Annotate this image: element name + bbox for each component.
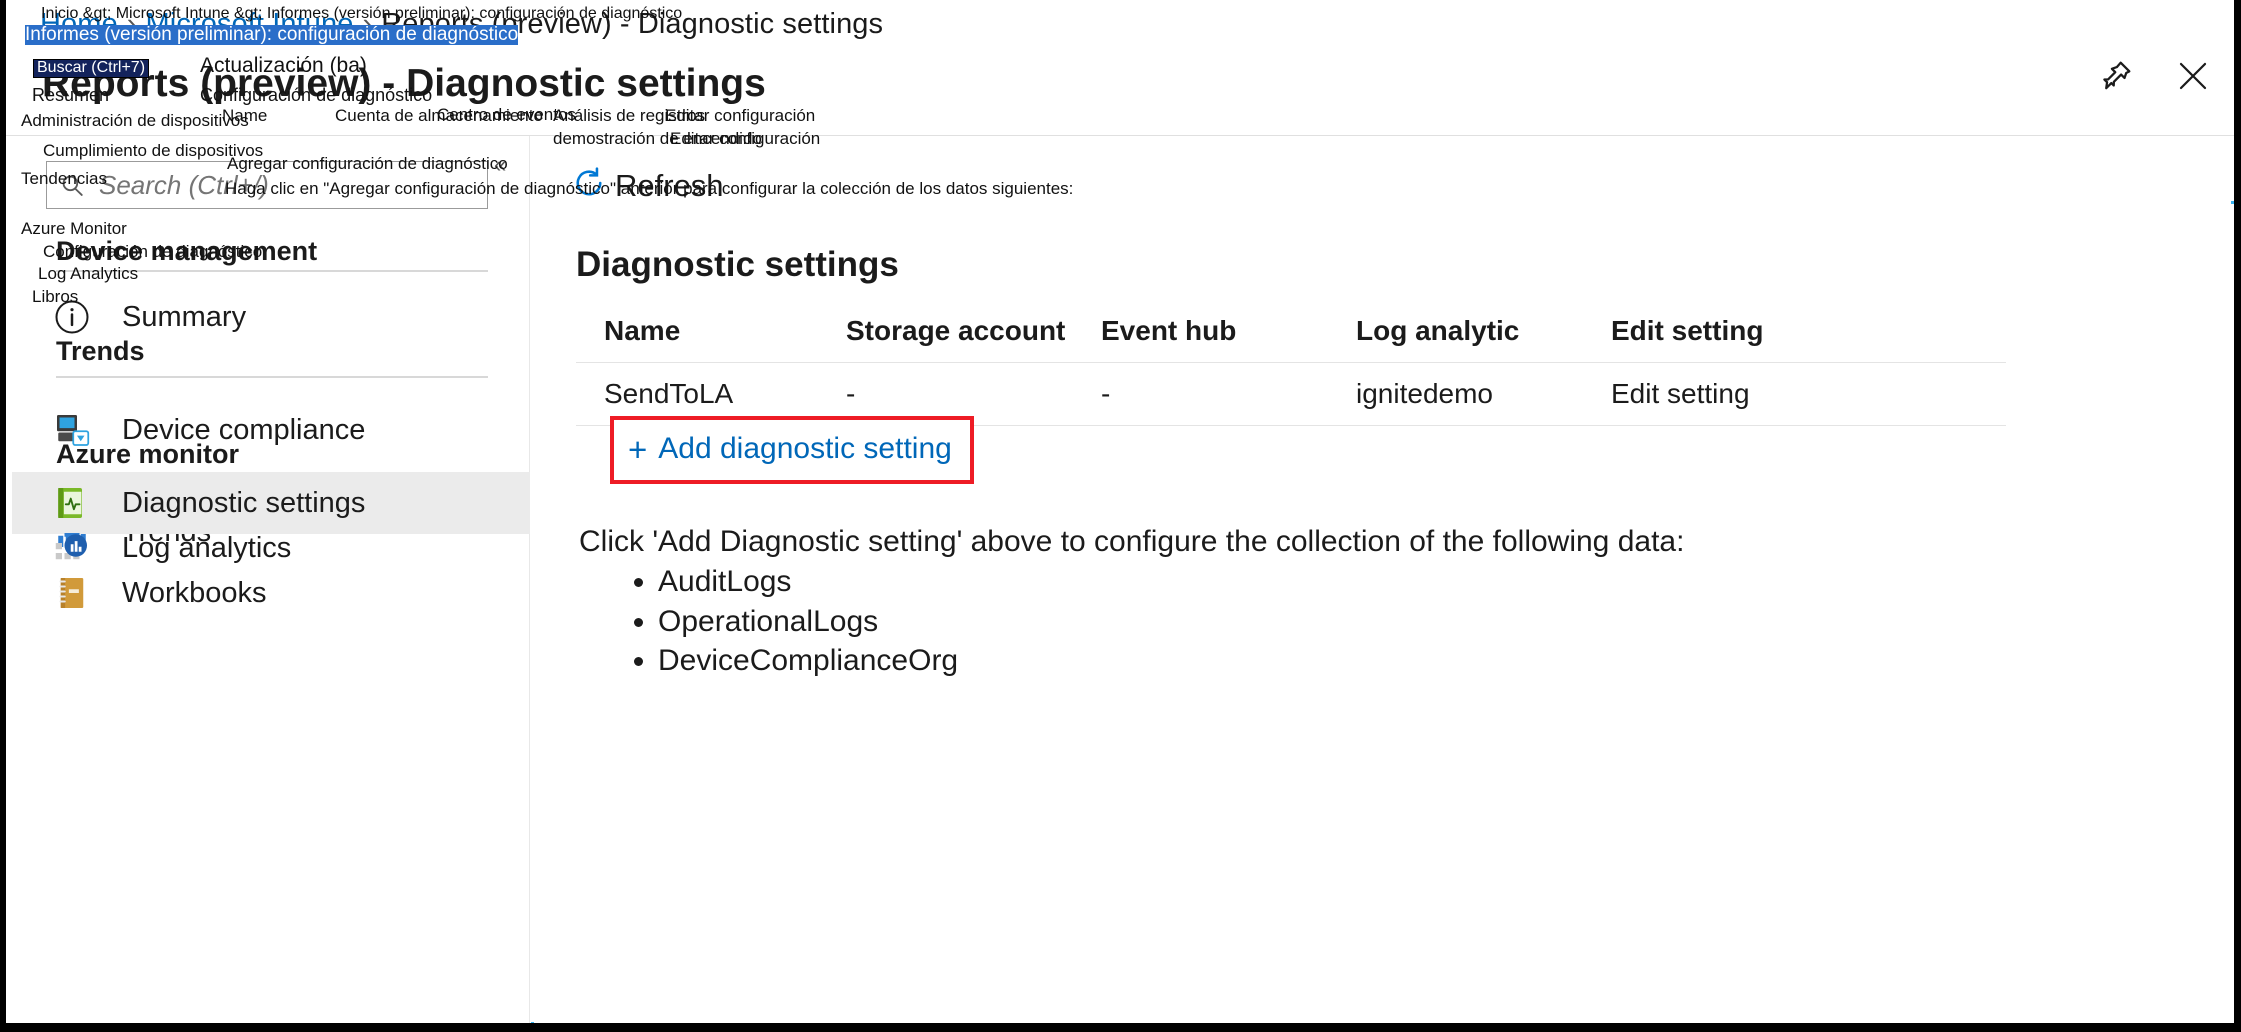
- cell-log-analytic: ignitedemo: [1356, 378, 1611, 410]
- window-actions: [2099, 58, 2211, 94]
- cell-storage-account: -: [846, 378, 1101, 410]
- sidebar-item-label-summary: Summary: [122, 301, 246, 334]
- annotation-log-analytics: Log Analytics: [38, 265, 138, 283]
- pin-icon[interactable]: [2099, 59, 2133, 93]
- annotation-breadcrumb-top: Inicio &gt; Microsoft Intune &gt; Inform…: [41, 6, 682, 23]
- annotation-add-button: Agregar configuración de diagnóstico: [227, 155, 508, 173]
- close-icon[interactable]: [2175, 58, 2211, 94]
- annotation-refresh-tooltip: Actualización (ba): [200, 55, 367, 77]
- annotation-summary: Resumen: [32, 86, 109, 105]
- list-item: OperationalLogs: [658, 602, 958, 642]
- annotation-trends: Tendencias: [21, 170, 107, 188]
- sidebar-item-label-log-analytics: Log analytics: [122, 532, 291, 565]
- annotation-row-edit-setting: Editar configuración: [670, 130, 820, 148]
- app-window: Home›Microsoft Intune›Reports (preview) …: [0, 0, 2241, 1032]
- cell-edit-setting-link[interactable]: Edit setting: [1611, 378, 1871, 410]
- section-title: Diagnostic settings: [576, 245, 899, 285]
- sidebar-item-label-diagnostic-settings: Diagnostic settings: [122, 487, 365, 520]
- cell-event-hub: -: [1101, 378, 1356, 410]
- annotation-search-tooltip: Buscar (Ctrl+7): [33, 59, 149, 78]
- window-frame-left: [0, 0, 6, 1032]
- workbooks-icon: [52, 573, 92, 613]
- annotation-azure-monitor: Azure Monitor: [21, 220, 127, 238]
- table-header-row: Name Storage account Event hub Log analy…: [576, 300, 2006, 362]
- plus-icon: +: [628, 433, 647, 466]
- data-types-list: AuditLogs OperationalLogs DeviceComplian…: [620, 562, 958, 681]
- window-frame-bottom: [0, 1023, 2241, 1032]
- window-frame-right: [2234, 0, 2241, 1032]
- diagnostic-settings-table: Name Storage account Event hub Log analy…: [576, 300, 2006, 426]
- annotation-section-title: Configuración de diagnóstico: [200, 86, 432, 105]
- annotation-hint: Haga clic en "Agregar configuración de d…: [225, 180, 1073, 198]
- add-diagnostic-setting-button[interactable]: + Add diagnostic setting: [610, 416, 974, 484]
- column-header-storage: Storage account: [846, 315, 1101, 347]
- sidebar-section-azure-monitor: Azure monitor: [56, 439, 239, 470]
- configure-hint: Click 'Add Diagnostic setting' above to …: [579, 525, 1684, 559]
- annotation-breadcrumb-current: Informes (versión preliminar): configura…: [25, 25, 518, 45]
- add-diagnostic-setting-label: Add diagnostic setting: [658, 432, 952, 466]
- column-header-event-hub: Event hub: [1101, 315, 1356, 347]
- column-header-log-analytic: Log analytic: [1356, 315, 1611, 347]
- cell-name: SendToLA: [576, 378, 846, 410]
- list-item: DeviceComplianceOrg: [658, 641, 958, 681]
- annotation-col-edit-setting: Editar configuración: [665, 107, 815, 125]
- annotation-col-name: Name: [222, 107, 267, 125]
- sidebar-item-label-workbooks: Workbooks: [122, 577, 267, 610]
- column-header-edit-setting: Edit setting: [1611, 315, 1871, 347]
- annotation-workbooks: Libros: [32, 288, 78, 306]
- column-header-name: Name: [576, 315, 846, 347]
- annotation-device-management: Administración de dispositivos: [21, 112, 249, 130]
- sidebar-section-trends: Trends: [56, 336, 145, 367]
- annotation-diagnostic-settings: Configuración de diagnóstico: [43, 243, 262, 261]
- list-item: AuditLogs: [658, 562, 958, 602]
- sidebar-divider-2: [56, 376, 488, 378]
- sidebar-item-workbooks[interactable]: Workbooks: [12, 562, 530, 624]
